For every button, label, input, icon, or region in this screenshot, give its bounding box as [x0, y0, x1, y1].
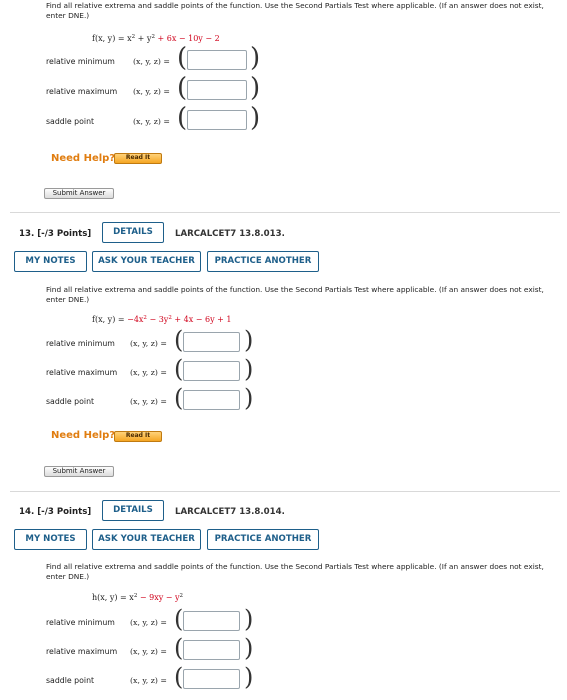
q12-row-xyz-min: (x, y, z) = — [133, 57, 170, 66]
q14-function: h(x, y) = x2 − 9xy − y2 — [92, 593, 183, 602]
q13-open-paren-saddle: ( — [174, 384, 184, 412]
q14-open-paren-saddle: ( — [174, 663, 184, 691]
q14-practice-another-button[interactable]: PRACTICE ANOTHER — [207, 529, 319, 550]
q13-problem-code: LARCALCET7 13.8.013. — [175, 229, 285, 239]
q13-open-paren-min: ( — [174, 326, 184, 354]
q14-open-paren-max: ( — [174, 634, 184, 662]
q14-close-paren-saddle: ) — [244, 663, 254, 691]
q14-my-notes-button[interactable]: MY NOTES — [14, 529, 87, 550]
q13-row-label-max: relative maximum — [46, 368, 118, 377]
q12-read-it-button[interactable]: Read It — [114, 153, 162, 164]
q12-close-paren-saddle: ) — [250, 103, 261, 133]
q13-practice-another-button[interactable]: PRACTICE ANOTHER — [207, 251, 319, 272]
q13-row-label-saddle: saddle point — [46, 397, 95, 406]
q12-function: f(x, y) = x2 + y2 + 6x − 10y − 2 — [92, 34, 220, 43]
divider — [10, 212, 560, 213]
q12-fn-tail: + 6x − 10y − 2 — [154, 34, 220, 43]
q13-row-label-min: relative minimum — [46, 339, 115, 348]
q13-function: f(x, y) = −4x2 − 3y2 + 4x − 6y + 1 — [92, 315, 232, 324]
q13-fn-c: + 4x − 6y + 1 — [171, 315, 232, 324]
q13-answer-input-min[interactable] — [183, 332, 240, 352]
q14-row-label-min: relative minimum — [46, 618, 115, 627]
q14-answer-input-min[interactable] — [183, 611, 240, 631]
q13-close-paren-min: ) — [244, 326, 254, 354]
q14-row-xyz-min: (x, y, z) = — [130, 618, 167, 627]
q14-header: 14. [-/3 Points] — [19, 507, 92, 517]
q13-fn-a: −4x — [127, 315, 144, 324]
divider — [10, 491, 560, 492]
q13-row-xyz-saddle: (x, y, z) = — [130, 397, 167, 406]
q12-open-paren-min: ( — [177, 43, 188, 73]
q13-row-xyz-max: (x, y, z) = — [130, 368, 167, 377]
q14-fn-mid: − 9xy − y — [137, 593, 180, 602]
q13-row-xyz-min: (x, y, z) = — [130, 339, 167, 348]
q12-answer-input-saddle[interactable] — [187, 110, 247, 130]
q13-ask-teacher-button[interactable]: ASK YOUR TEACHER — [92, 251, 201, 272]
q13-need-help: Need Help? — [51, 430, 116, 441]
q12-fn-mid: + y — [135, 34, 152, 43]
q14-row-label-saddle: saddle point — [46, 676, 95, 685]
q12-close-paren-min: ) — [250, 43, 261, 73]
q13-fn-b: − 3y — [146, 315, 169, 324]
q12-open-paren-max: ( — [177, 73, 188, 103]
q12-row-xyz-saddle: (x, y, z) = — [133, 117, 170, 126]
q13-close-paren-saddle: ) — [244, 384, 254, 412]
q13-my-notes-button[interactable]: MY NOTES — [14, 251, 87, 272]
q14-answer-input-saddle[interactable] — [183, 669, 240, 689]
q13-answer-input-max[interactable] — [183, 361, 240, 381]
q13-close-paren-max: ) — [244, 355, 254, 383]
q12-row-label-saddle: saddle point — [46, 117, 95, 126]
q14-close-paren-min: ) — [244, 605, 254, 633]
q14-fn-lhs: h(x, y) = x — [92, 593, 134, 602]
q14-row-xyz-max: (x, y, z) = — [130, 647, 167, 656]
q13-prompt: Find all relative extrema and saddle poi… — [46, 285, 544, 304]
q13-header: 13. [-/3 Points] — [19, 229, 92, 239]
q12-answer-input-max[interactable] — [187, 80, 247, 100]
q14-prompt: Find all relative extrema and saddle poi… — [46, 562, 544, 581]
q13-read-it-button[interactable]: Read It — [114, 431, 162, 442]
q12-row-xyz-max: (x, y, z) = — [133, 87, 170, 96]
q12-prompt: Find all relative extrema and saddle poi… — [46, 1, 544, 20]
q14-close-paren-max: ) — [244, 634, 254, 662]
q14-fn-sup2: 2 — [179, 593, 184, 599]
q12-close-paren-max: ) — [250, 73, 261, 103]
q13-submit-button[interactable]: Submit Answer — [44, 466, 114, 477]
q14-details-button[interactable]: DETAILS — [102, 500, 164, 521]
q14-ask-teacher-button[interactable]: ASK YOUR TEACHER — [92, 529, 201, 550]
q12-need-help: Need Help? — [51, 153, 116, 164]
q12-answer-input-min[interactable] — [187, 50, 247, 70]
q14-problem-code: LARCALCET7 13.8.014. — [175, 507, 285, 517]
q14-open-paren-min: ( — [174, 605, 184, 633]
q12-fn-prefix: f(x, y) = x — [92, 34, 132, 43]
q14-answer-input-max[interactable] — [183, 640, 240, 660]
q14-row-label-max: relative maximum — [46, 647, 118, 656]
q12-row-label-min: relative minimum — [46, 57, 115, 66]
q12-row-label-max: relative maximum — [46, 87, 118, 96]
q12-open-paren-saddle: ( — [177, 103, 188, 133]
q12-submit-button[interactable]: Submit Answer — [44, 188, 114, 199]
q13-fn-lhs: f(x, y) = — [92, 315, 128, 324]
q13-details-button[interactable]: DETAILS — [102, 222, 164, 243]
q13-answer-input-saddle[interactable] — [183, 390, 240, 410]
q13-open-paren-max: ( — [174, 355, 184, 383]
q14-row-xyz-saddle: (x, y, z) = — [130, 676, 167, 685]
